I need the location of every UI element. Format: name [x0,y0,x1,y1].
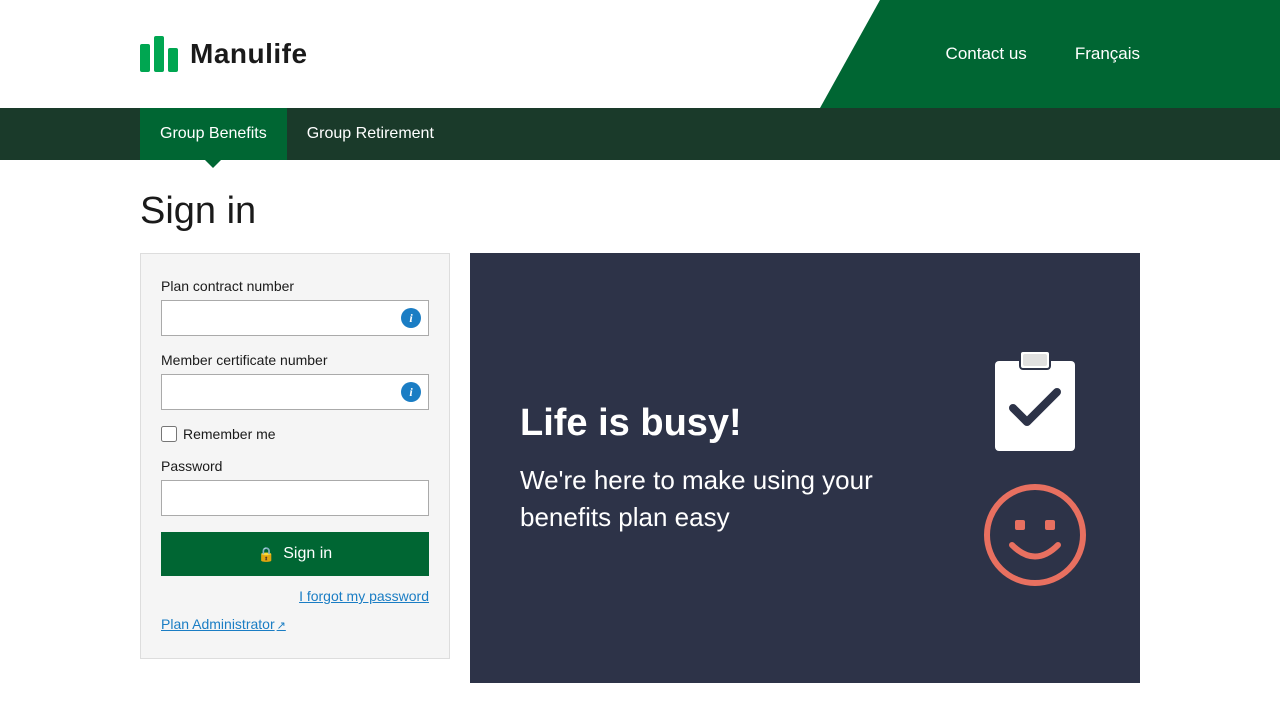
member-cert-info-icon[interactable]: i [401,382,421,402]
remember-me-group: Remember me [161,426,429,442]
logo-bar-1 [140,44,150,72]
logo-text: Manulife [190,38,308,70]
logo-bars [140,36,178,72]
member-cert-input-wrapper: i [161,374,429,410]
plan-contract-group: Plan contract number i [161,278,429,336]
main-content: Sign in Plan contract number i Member ce… [0,160,1280,713]
promo-text: Life is busy! We're here to make using y… [520,401,960,535]
password-input[interactable] [161,480,429,516]
plan-contract-input[interactable] [161,300,429,336]
remember-me-label[interactable]: Remember me [183,426,276,442]
password-label: Password [161,458,429,474]
promo-icons [960,346,1090,590]
forgot-password-link[interactable]: I forgot my password [299,588,429,604]
plan-contract-input-wrapper: i [161,300,429,336]
signin-form: Plan contract number i Member certificat… [140,253,450,659]
tab-group-benefits[interactable]: Group Benefits [140,108,287,160]
smiley-illustration [980,480,1090,590]
language-link[interactable]: Français [1075,44,1140,64]
member-cert-input[interactable] [161,374,429,410]
clipboard-illustration [985,346,1085,456]
remember-me-checkbox[interactable] [161,426,177,442]
signin-button[interactable]: 🔒 Sign in [161,532,429,576]
member-cert-label: Member certificate number [161,352,429,368]
logo-bar-3 [168,48,178,72]
tab-group-retirement[interactable]: Group Retirement [287,108,454,160]
plan-admin-link[interactable]: Plan Administrator↗︎ [161,616,286,632]
logo-bar-2 [154,36,164,72]
lock-icon: 🔒 [258,546,275,563]
password-group: Password [161,458,429,516]
contact-us-link[interactable]: Contact us [946,44,1027,64]
logo: Manulife [140,36,308,72]
page-title: Sign in [140,190,1140,233]
forgot-password-link-wrapper: I forgot my password [161,588,429,606]
external-link-icon: ↗︎ [277,620,286,632]
plan-admin-link-wrapper: Plan Administrator↗︎ [161,616,429,634]
plan-contract-label: Plan contract number [161,278,429,294]
plan-contract-info-icon[interactable]: i [401,308,421,328]
header: Manulife Contact us Français [0,0,1280,108]
promo-title: Life is busy! [520,401,960,447]
nav-bar: Group Benefits Group Retirement [0,108,1280,160]
promo-subtitle: We're here to make using your benefits p… [520,462,960,535]
content-area: Plan contract number i Member certificat… [140,253,1140,683]
header-nav: Contact us Français [946,44,1140,64]
member-cert-group: Member certificate number i [161,352,429,410]
promo-banner: Life is busy! We're here to make using y… [470,253,1140,683]
